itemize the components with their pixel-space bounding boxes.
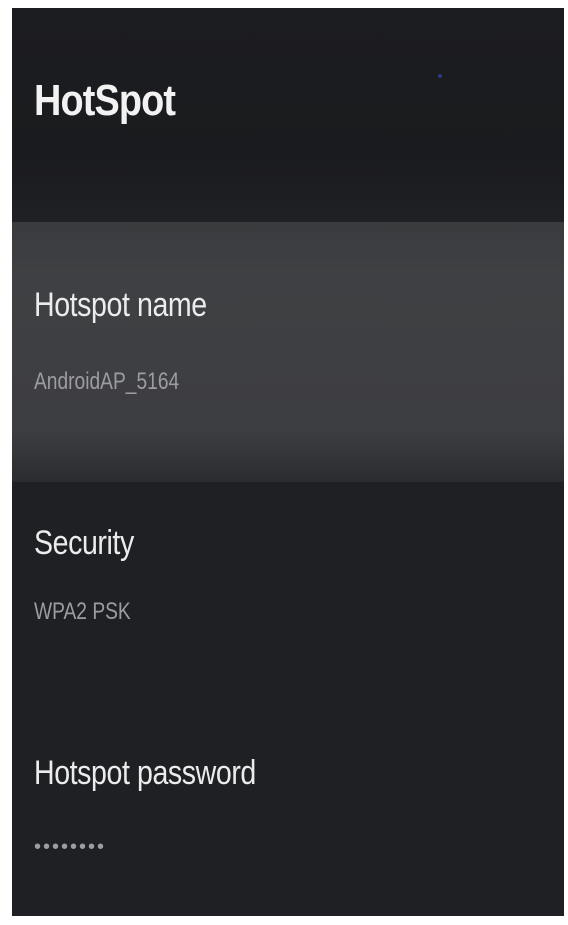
hotspot-name-item[interactable]: Hotspot name AndroidAP_5164 bbox=[12, 222, 564, 482]
hotspot-password-item[interactable]: Hotspot password •••••••• bbox=[12, 702, 564, 916]
hotspot-name-label: Hotspot name bbox=[34, 286, 207, 324]
hotspot-settings-panel: HotSpot Hotspot name AndroidAP_5164 Secu… bbox=[12, 8, 564, 916]
security-label: Security bbox=[34, 524, 134, 562]
header: HotSpot bbox=[12, 8, 564, 218]
security-item[interactable]: Security WPA2 PSK bbox=[12, 482, 564, 702]
status-dot bbox=[438, 74, 442, 78]
hotspot-password-value: •••••••• bbox=[34, 836, 107, 858]
hotspot-password-label: Hotspot password bbox=[34, 754, 256, 792]
page-title: HotSpot bbox=[34, 76, 176, 125]
hotspot-name-value: AndroidAP_5164 bbox=[34, 368, 180, 395]
security-value: WPA2 PSK bbox=[34, 598, 131, 625]
